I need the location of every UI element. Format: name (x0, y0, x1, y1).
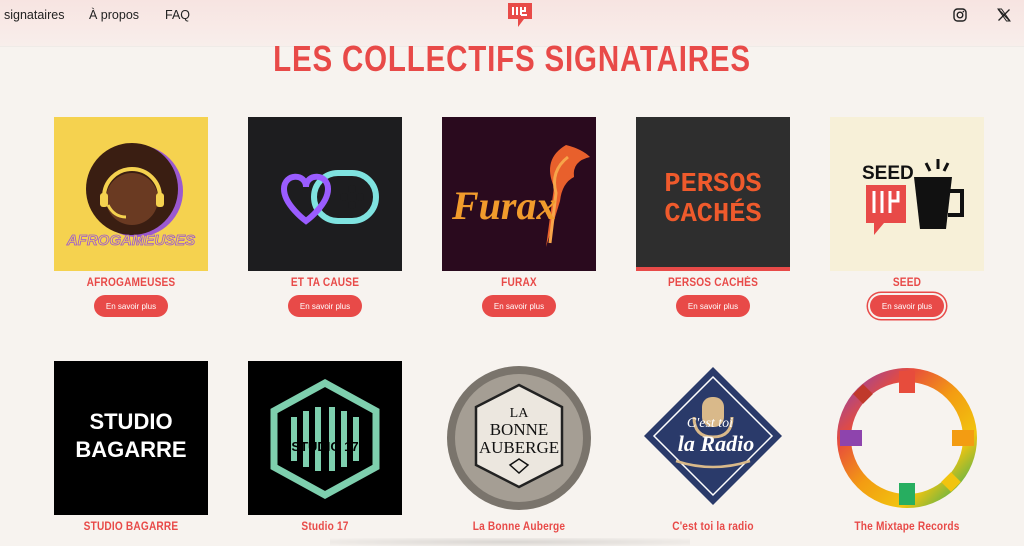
the-mixtape-records-logo[interactable] (830, 361, 984, 515)
svg-text:AFROGAMEUSES: AFROGAMEUSES (66, 232, 195, 249)
nav-link-faq[interactable]: FAQ (165, 8, 190, 22)
collective-name: STUDIO BAGARRE (83, 521, 179, 533)
studio-bagarre-logo[interactable]: STUDIO BAGARRE (54, 361, 208, 515)
svg-text:C'est toi: C'est toi (687, 416, 733, 431)
persos-caches-logo[interactable]: PERSOS CACHÉS (636, 117, 790, 271)
collective-name: ET TA CAUSE (290, 277, 360, 289)
studio-17-logo[interactable]: STUDIO 17 (248, 361, 402, 515)
scroll-shadow (330, 538, 690, 546)
collective-name: Studio 17 (301, 521, 349, 533)
et-ta-cause-logo[interactable] (248, 117, 402, 271)
nav-link-a-propos[interactable]: À propos (89, 8, 139, 22)
collective-card-et-ta-cause: ET TA CAUSE En savoir plus (248, 117, 402, 317)
svg-text:STUDIO 17: STUDIO 17 (291, 439, 358, 454)
collective-card-cest-toi-la-radio: C'est toi la Radio C'est toi la radio (636, 361, 790, 533)
instagram-icon[interactable] (953, 8, 967, 22)
collective-card-furax: Furax FURAX En savoir plus (442, 117, 596, 317)
collective-logo-icon[interactable] (506, 1, 534, 29)
svg-text:BAGARRE: BAGARRE (75, 437, 186, 462)
page-title: LES COLLECTIFS SIGNATAIRES (273, 38, 751, 79)
collective-card-afrogameuses: AFROGAMEUSES AFROGAMEUSES En savoir plus (54, 117, 208, 317)
furax-logo[interactable]: Furax (442, 117, 596, 271)
en-savoir-plus-button[interactable]: En savoir plus (93, 295, 169, 317)
svg-text:LA: LA (510, 406, 530, 421)
en-savoir-plus-button[interactable]: En savoir plus (869, 295, 945, 317)
collective-name: La Bonne Auberge (472, 521, 566, 533)
collective-name: FURAX (501, 277, 537, 289)
svg-text:AUBERGE: AUBERGE (479, 438, 559, 457)
collective-card-seed: SEED SEED En savoir plus (830, 117, 984, 317)
la-bonne-auberge-logo[interactable]: LA BONNE AUBERGE (442, 361, 596, 515)
cest-toi-la-radio-logo[interactable]: C'est toi la Radio (636, 361, 790, 515)
collective-card-the-mixtape-records: The Mixtape Records (830, 361, 984, 533)
collective-card-persos-caches: PERSOS CACHÉS PERSOS CACHÉS En savoir pl… (636, 117, 790, 317)
svg-text:la Radio: la Radio (678, 431, 754, 456)
collective-card-studio-bagarre: STUDIO BAGARRE STUDIO BAGARRE (54, 361, 208, 533)
nav-link-signataires[interactable]: signataires (4, 8, 64, 22)
collective-name: PERSOS CACHÉS (667, 277, 759, 289)
collective-name: The Mixtape Records (854, 521, 960, 533)
svg-text:CACHÉS: CACHÉS (664, 198, 761, 230)
collective-name: SEED (892, 277, 922, 289)
svg-text:PERSOS: PERSOS (664, 170, 761, 200)
collective-card-la-bonne-auberge: LA BONNE AUBERGE La Bonne Auberge (442, 361, 596, 533)
afrogameuses-logo[interactable]: AFROGAMEUSES (54, 117, 208, 271)
svg-text:SEED: SEED (862, 163, 914, 184)
seed-logo[interactable]: SEED (830, 117, 984, 271)
en-savoir-plus-button[interactable]: En savoir plus (481, 295, 557, 317)
x-icon[interactable] (997, 8, 1011, 22)
en-savoir-plus-button[interactable]: En savoir plus (287, 295, 363, 317)
collective-name: AFROGAMEUSES (86, 277, 176, 289)
collective-name: C'est toi la radio (672, 521, 754, 533)
svg-text:BONNE: BONNE (490, 420, 549, 439)
svg-text:Furax: Furax (451, 183, 557, 228)
collective-card-studio-17: STUDIO 17 Studio 17 (248, 361, 402, 533)
svg-text:STUDIO: STUDIO (89, 409, 172, 434)
en-savoir-plus-button[interactable]: En savoir plus (675, 295, 751, 317)
